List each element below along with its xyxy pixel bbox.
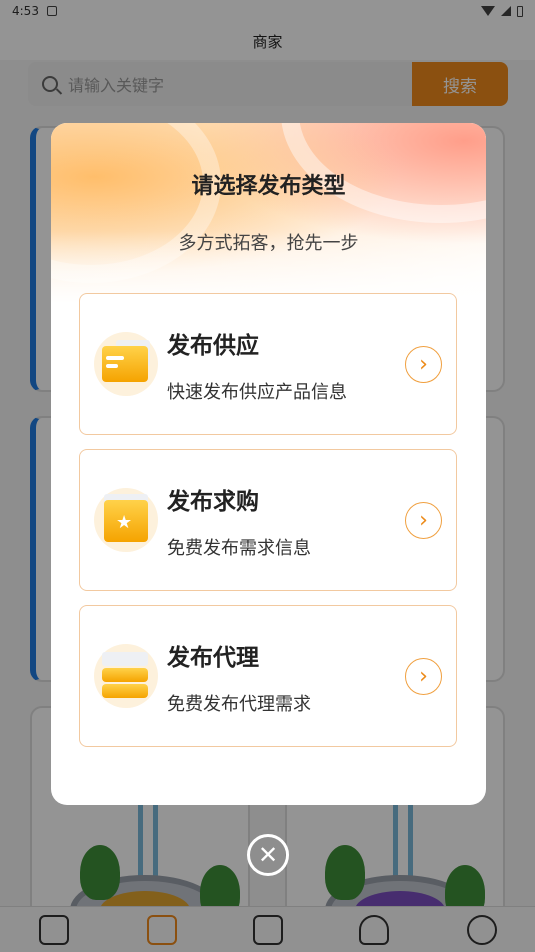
option-description: 快速发布供应产品信息: [167, 382, 347, 403]
option-title: 发布代理: [167, 645, 259, 671]
icon-part: [102, 652, 148, 666]
icon-part: [106, 356, 124, 360]
chevron-right-icon[interactable]: ›: [405, 658, 442, 695]
modal-title: 请选择发布类型: [191, 174, 346, 199]
decor-swirl: [51, 123, 221, 283]
option-title: 发布求购: [167, 489, 259, 515]
modal-subtitle: 多方式拓客，抢先一步: [178, 233, 359, 254]
supply-box-icon: [94, 332, 158, 396]
option-description: 免费发布代理需求: [167, 694, 311, 715]
icon-part: [102, 668, 148, 682]
option-publish-purchase[interactable]: ★ 发布求购 免费发布需求信息 ›: [79, 449, 457, 591]
purchase-star-icon: ★: [94, 488, 158, 552]
star-icon: ★: [116, 512, 133, 533]
option-publish-agent[interactable]: 发布代理 免费发布代理需求 ›: [79, 605, 457, 747]
option-title: 发布供应: [167, 333, 259, 359]
icon-part: [102, 684, 148, 698]
icon-part: [106, 364, 118, 368]
publish-type-modal: 请选择发布类型 多方式拓客，抢先一步 发布供应 快速发布供应产品信息 › ★ 发…: [51, 123, 486, 805]
chevron-right-icon[interactable]: ›: [405, 346, 442, 383]
agent-stack-icon: [94, 644, 158, 708]
close-icon[interactable]: ✕: [247, 834, 289, 876]
option-publish-supply[interactable]: 发布供应 快速发布供应产品信息 ›: [79, 293, 457, 435]
option-description: 免费发布需求信息: [167, 538, 311, 559]
modal-header-background: [51, 123, 486, 303]
chevron-right-icon[interactable]: ›: [405, 502, 442, 539]
